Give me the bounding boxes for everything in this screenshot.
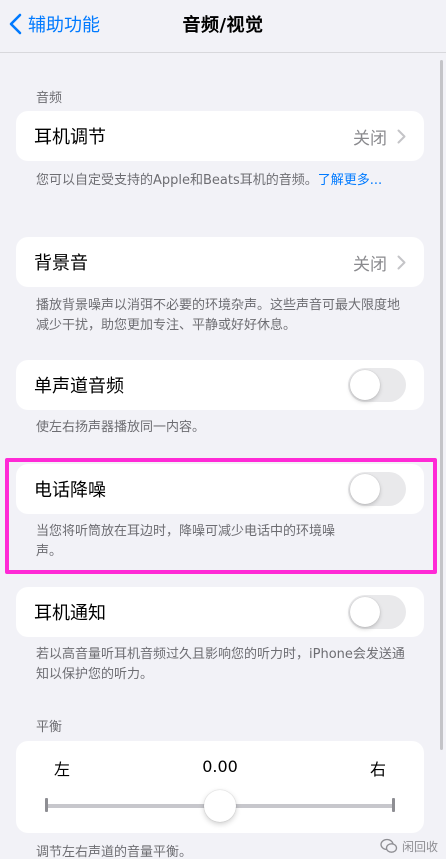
footnote-text: 您可以自定受支持的Apple和Beats耳机的音频。 [36,173,318,188]
phone-noise-cancellation-row: 电话降噪 [16,464,424,514]
background-sounds-footnote: 播放背景噪声以消弭不必要的环境杂声。这些声音可最大限度地减少干扰，助您更加专注、… [36,298,401,333]
scrollbar[interactable] [440,60,443,750]
balance-value: 0.00 [202,757,238,776]
headphone-notifications-toggle[interactable] [348,595,406,629]
watermark: 闲回收 [380,837,438,855]
slider-right-tick [392,798,395,812]
row-value: 关闭 [353,128,387,149]
headphone-accommodations-footnote: 您可以自定受支持的Apple和Beats耳机的音频。了解更多... [36,171,408,191]
row-label: 单声道音频 [34,376,124,397]
mono-audio-row: 单声道音频 [16,360,424,410]
mono-audio-toggle[interactable] [348,368,406,402]
mono-audio-footnote: 使左右扬声器播放同一内容。 [36,420,206,435]
navigation-bar: 辅助功能 音频/视觉 [0,0,446,52]
balance-footnote: 调节左右声道的音量平衡。 [36,845,193,859]
nav-divider [0,52,446,53]
headphone-accommodations-row[interactable]: 耳机调节 关闭 [16,111,424,161]
toggle-knob [350,474,380,504]
row-label: 电话降噪 [34,480,106,501]
slider-left-tick [45,798,48,812]
toggle-knob [350,597,380,627]
headphone-notifications-row: 耳机通知 [16,587,424,637]
row-label: 背景音 [34,253,88,274]
section-header-audio: 音频 [36,91,63,106]
chevron-right-icon [397,255,406,269]
phone-noise-cancellation-footnote: 当您将听筒放在耳边时，降噪可减少电话中的环境噪声。 [36,524,336,559]
section-header-balance: 平衡 [36,720,63,735]
balance-right-label: 右 [369,760,386,779]
balance-slider-thumb[interactable] [204,790,236,822]
balance-card: 左 0.00 右 [16,741,424,833]
background-sounds-row[interactable]: 背景音 关闭 [16,237,424,287]
headphone-notifications-footnote: 若以高音量听耳机音频过久且影响您的听力时，iPhone会发送通知以保护您的听力。 [36,647,405,682]
toggle-knob [350,370,380,400]
row-label: 耳机调节 [34,127,106,148]
row-label: 耳机通知 [34,603,106,624]
chevron-right-icon [397,129,406,143]
learn-more-link[interactable]: 了解更多... [318,173,382,188]
page-title: 音频/视觉 [182,15,264,36]
phone-noise-cancellation-toggle[interactable] [348,472,406,506]
wechat-icon [380,838,398,853]
row-value: 关闭 [353,254,387,275]
watermark-text: 闲回收 [401,839,438,854]
